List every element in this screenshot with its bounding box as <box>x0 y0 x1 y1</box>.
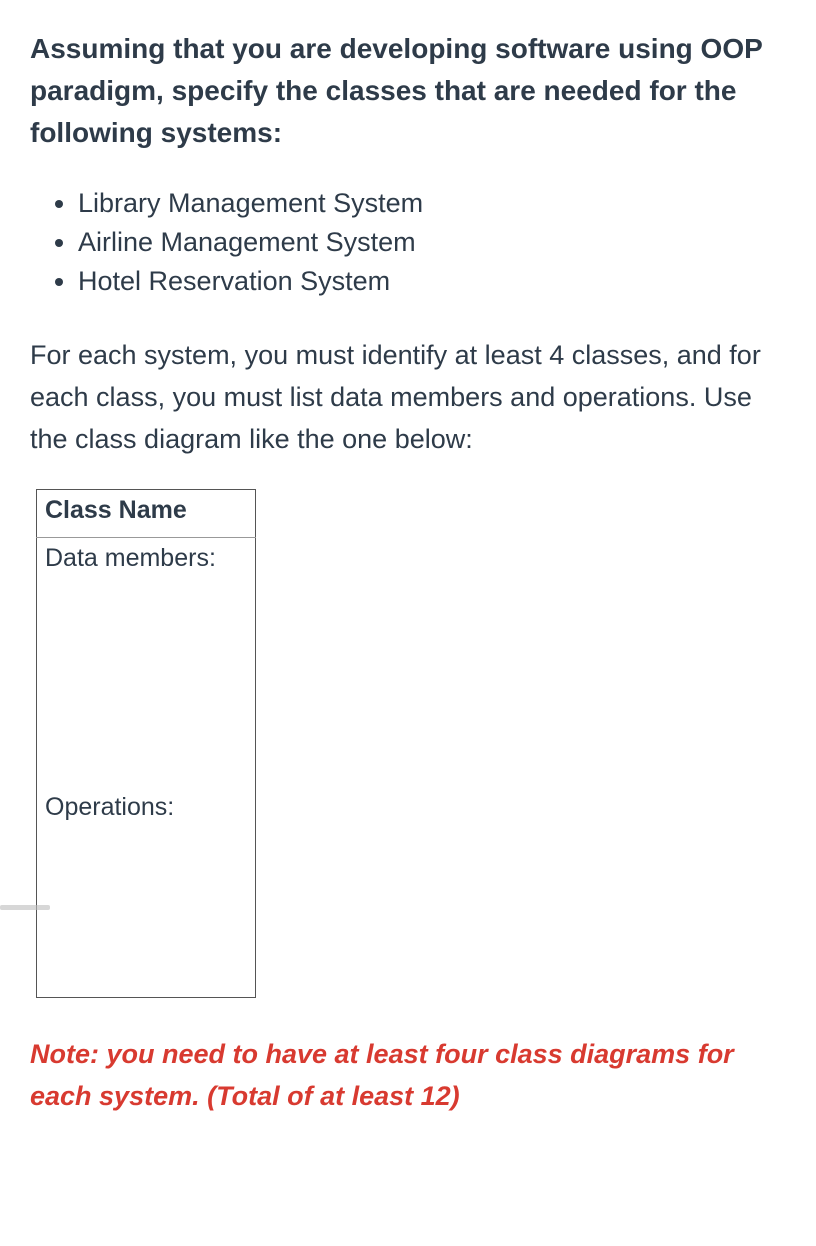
decorative-mark <box>0 905 50 910</box>
data-members-cell: Data members: <box>37 537 256 787</box>
list-item: Library Management System <box>78 184 786 223</box>
class-diagram-table: Class Name Data members: Operations: <box>36 489 256 998</box>
note-text: Note: you need to have at least four cla… <box>30 1034 786 1118</box>
class-name-cell: Class Name <box>37 489 256 537</box>
list-item: Airline Management System <box>78 223 786 262</box>
question-heading: Assuming that you are developing softwar… <box>30 28 786 154</box>
systems-list: Library Management System Airline Manage… <box>30 184 786 301</box>
class-diagram-example: Class Name Data members: Operations: <box>30 489 786 998</box>
operations-cell: Operations: <box>37 787 256 997</box>
instruction-paragraph: For each system, you must identify at le… <box>30 335 786 461</box>
list-item: Hotel Reservation System <box>78 262 786 301</box>
